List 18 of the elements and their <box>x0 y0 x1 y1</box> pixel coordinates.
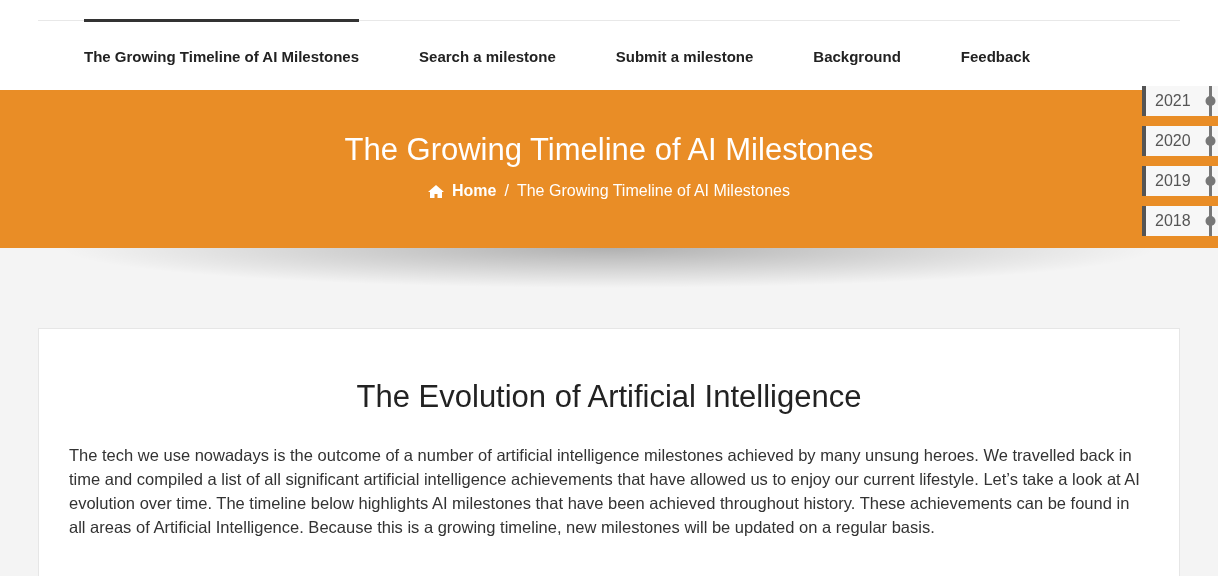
nav-link[interactable]: Search a milestone <box>419 19 556 90</box>
nav-link[interactable]: Background <box>813 19 901 90</box>
breadcrumb-separator: / <box>504 182 509 200</box>
home-icon <box>428 184 445 198</box>
article-heading: The Evolution of Artificial Intelligence <box>355 379 863 415</box>
year-link[interactable]: 2020 <box>1142 126 1218 156</box>
timeline-dot-icon <box>1204 166 1218 196</box>
article-paragraph: The tech we use nowadays is the outcome of a number of artificial intelligence milestones achieved by many unsung heroes. We travelled back in time and compiled a list of all significant artificial intelligence achievements that have allowed us to enjoy our current lifestyle. Let’s take a look at AI evolution over time. The timeline below highlights AI milestones that have been achieved throughout history. These achievements can be found in all areas of Artificial Intelligence. Because this is a growing timeline, new milestones will be updated on a regular basis. <box>69 445 1141 538</box>
breadcrumb-current: The Growing Timeline of AI Milestones <box>516 182 790 200</box>
timeline-dot-icon <box>1204 126 1218 156</box>
year-link[interactable]: 2019 <box>1142 166 1218 196</box>
page-title: The Growing Timeline of AI Milestones <box>344 132 874 168</box>
timeline-dot-icon <box>1204 206 1218 236</box>
year-link[interactable]: 2021 <box>1142 86 1218 116</box>
nav-link[interactable]: Feedback <box>960 19 1031 90</box>
year-link[interactable]: 2018 <box>1142 206 1218 236</box>
nav-link[interactable]: Submit a milestone <box>615 19 754 90</box>
timeline-dot-icon <box>1204 86 1218 116</box>
